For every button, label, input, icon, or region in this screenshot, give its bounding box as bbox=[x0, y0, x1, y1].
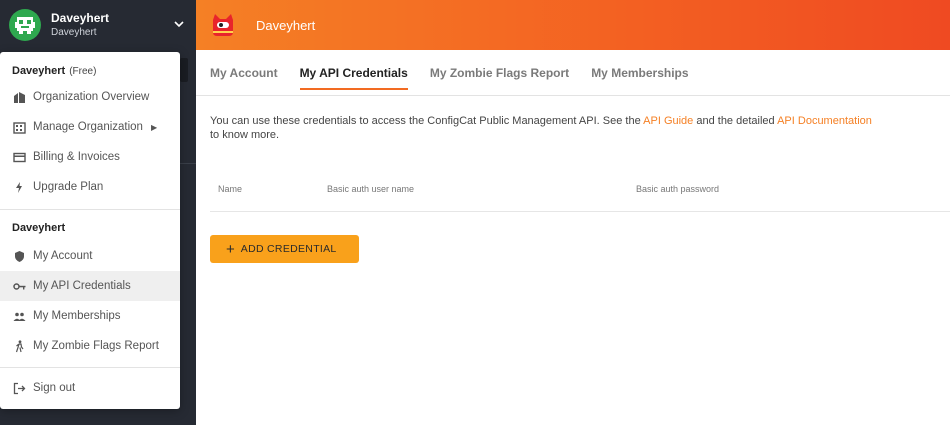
menu-item-label: Billing & Invoices bbox=[33, 151, 120, 163]
menu-item-label: My Memberships bbox=[33, 310, 121, 322]
topbar-title: Daveyhert bbox=[256, 17, 316, 33]
api-guide-link[interactable]: API Guide bbox=[643, 115, 693, 127]
menu-org-title: Daveyhert (Free) bbox=[12, 65, 96, 77]
plus-icon: + bbox=[226, 240, 235, 258]
menu-item-organization-overview[interactable]: Organization Overview bbox=[0, 82, 180, 112]
menu-divider bbox=[0, 367, 180, 368]
menu-item-label: My Zombie Flags Report bbox=[33, 340, 159, 352]
sidebar-user-name: Daveyhert bbox=[51, 11, 110, 25]
sign-out-button[interactable]: Sign out bbox=[0, 373, 180, 403]
column-header-name: Name bbox=[218, 184, 243, 194]
bolt-icon bbox=[12, 180, 26, 194]
add-credential-button[interactable]: + ADD CREDENTIAL bbox=[210, 235, 359, 263]
column-header-password: Basic auth password bbox=[636, 184, 720, 194]
menu-item-label: My Account bbox=[33, 250, 93, 262]
menu-item-billing-invoices[interactable]: Billing & Invoices bbox=[0, 142, 180, 172]
tab-my-memberships[interactable]: My Memberships bbox=[591, 50, 688, 96]
menu-user-title: Daveyhert bbox=[12, 222, 66, 234]
credentials-description: You can use these credentials to access … bbox=[210, 114, 950, 128]
tab-my-api-credentials[interactable]: My API Credentials bbox=[299, 50, 409, 96]
sidebar-divider bbox=[180, 163, 196, 164]
tab-my-zombie-flags-report[interactable]: My Zombie Flags Report bbox=[430, 50, 569, 96]
chevron-right-icon: ▶ bbox=[150, 122, 158, 132]
tab-my-account[interactable]: My Account bbox=[210, 50, 278, 96]
menu-item-manage-organization[interactable]: Manage Organization ▶ bbox=[0, 112, 180, 142]
column-header-user-name: Basic auth user name bbox=[327, 184, 415, 194]
organization-icon bbox=[12, 90, 26, 104]
chevron-down-icon[interactable] bbox=[172, 17, 186, 31]
menu-item-my-api-credentials[interactable]: My API Credentials bbox=[0, 271, 180, 301]
menu-item-my-memberships[interactable]: My Memberships bbox=[0, 301, 180, 331]
sidebar-collapsed-element bbox=[180, 58, 188, 82]
avatar bbox=[9, 9, 41, 41]
menu-item-upgrade-plan[interactable]: Upgrade Plan bbox=[0, 172, 180, 202]
tab-bar: My Account My API Credentials My Zombie … bbox=[196, 50, 950, 96]
plan-badge: (Free) bbox=[69, 66, 97, 77]
key-icon bbox=[12, 279, 26, 293]
sign-out-label: Sign out bbox=[33, 382, 76, 394]
top-bar: Daveyhert bbox=[196, 0, 950, 50]
description-text-start: You can use these credentials to access … bbox=[210, 115, 644, 127]
sidebar-org-name: Daveyhert bbox=[51, 27, 97, 38]
description-text-end: to know more. bbox=[210, 129, 280, 141]
menu-item-my-zombie-flags-report[interactable]: My Zombie Flags Report bbox=[0, 331, 180, 361]
menu-item-label: Organization Overview bbox=[33, 91, 150, 103]
credit-card-icon bbox=[12, 150, 26, 164]
menu-item-label: My API Credentials bbox=[33, 280, 131, 292]
menu-item-my-account[interactable]: My Account bbox=[0, 241, 180, 271]
menu-item-label: Manage Organization bbox=[33, 121, 143, 133]
shield-icon bbox=[12, 249, 26, 263]
menu-org-name: Daveyhert bbox=[12, 65, 66, 77]
manage-organization-icon bbox=[12, 120, 26, 134]
walking-person-icon bbox=[12, 339, 26, 353]
table-divider bbox=[210, 211, 950, 212]
sign-out-icon bbox=[12, 381, 26, 395]
menu-divider bbox=[0, 209, 180, 210]
menu-item-label: Upgrade Plan bbox=[33, 181, 104, 193]
add-credential-label: ADD CREDENTIAL bbox=[240, 243, 337, 255]
api-documentation-link[interactable]: API Documentation bbox=[777, 115, 872, 127]
org-switcher[interactable]: Daveyhert Daveyhert bbox=[0, 0, 196, 50]
account-dropdown-menu: Daveyhert (Free) Organization Overview Ma… bbox=[0, 52, 180, 409]
description-text-mid: and the detailed bbox=[693, 115, 778, 127]
people-icon bbox=[12, 309, 26, 323]
configcat-logo-icon[interactable] bbox=[210, 12, 236, 38]
